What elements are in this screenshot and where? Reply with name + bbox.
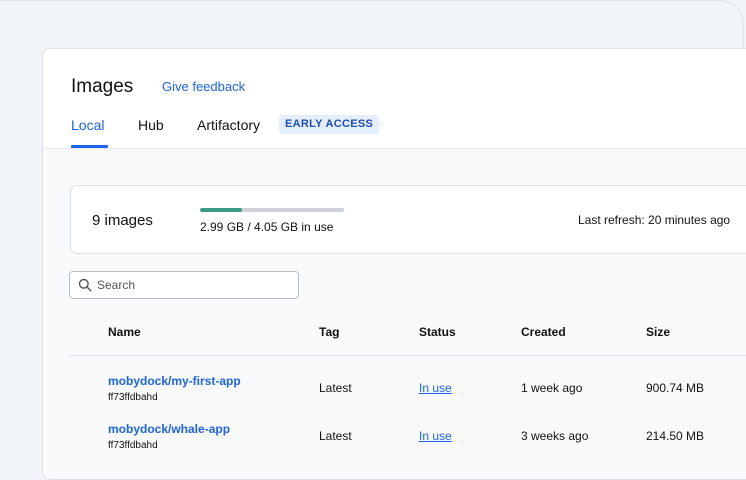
images-header: Images Give feedback Local Hub Artifacto… (43, 49, 746, 149)
column-header-name[interactable]: Name (108, 325, 141, 339)
last-refresh-text: Last refresh: 20 minutes ago (578, 213, 731, 227)
image-count: 9 images (92, 212, 153, 229)
disk-usage-text: 2.99 GB / 4.05 GB in use (200, 220, 334, 234)
search-input[interactable] (97, 276, 287, 294)
images-content: 9 images 2.99 GB / 4.05 GB in use Last r… (43, 149, 746, 479)
image-tag: Latest (319, 429, 352, 443)
image-status-link[interactable]: In use (419, 429, 452, 443)
image-name-link[interactable]: mobydock/my-first-app (108, 374, 241, 388)
active-tab-indicator (71, 145, 108, 148)
image-size: 214.50 MB (646, 429, 705, 443)
early-access-badge: EARLY ACCESS (279, 115, 380, 134)
column-header-size[interactable]: Size (646, 325, 670, 339)
table-row[interactable]: mobydock/my-first-app ff73ffdbahd Latest… (43, 368, 746, 416)
tab-hub[interactable]: Hub (138, 117, 164, 133)
search-icon (78, 278, 92, 292)
table-header-divider (69, 355, 746, 356)
storage-summary-card: 9 images 2.99 GB / 4.05 GB in use Last r… (70, 185, 746, 254)
images-panel: Images Give feedback Local Hub Artifacto… (42, 48, 746, 480)
search-box[interactable] (69, 271, 299, 299)
disk-usage-fill (200, 208, 242, 212)
image-size: 900.74 MB (646, 381, 705, 395)
image-created: 3 weeks ago (521, 429, 589, 443)
tab-local[interactable]: Local (71, 117, 104, 133)
page-title: Images (71, 76, 134, 97)
table-row[interactable]: mobydock/whale-app ff73ffdbahd Latest In… (43, 416, 746, 464)
column-header-tag[interactable]: Tag (319, 325, 339, 339)
image-status-link[interactable]: In use (419, 381, 452, 395)
image-id: ff73ffdbahd (108, 392, 158, 403)
disk-usage-bar (200, 208, 344, 212)
image-tag: Latest (319, 381, 352, 395)
image-created: 1 week ago (521, 381, 583, 395)
image-name-link[interactable]: mobydock/whale-app (108, 422, 230, 436)
image-id: ff73ffdbahd (108, 440, 158, 451)
give-feedback-link[interactable]: Give feedback (162, 79, 245, 94)
tab-artifactory[interactable]: Artifactory (197, 117, 260, 133)
column-header-status[interactable]: Status (419, 325, 456, 339)
column-header-created[interactable]: Created (521, 325, 566, 339)
